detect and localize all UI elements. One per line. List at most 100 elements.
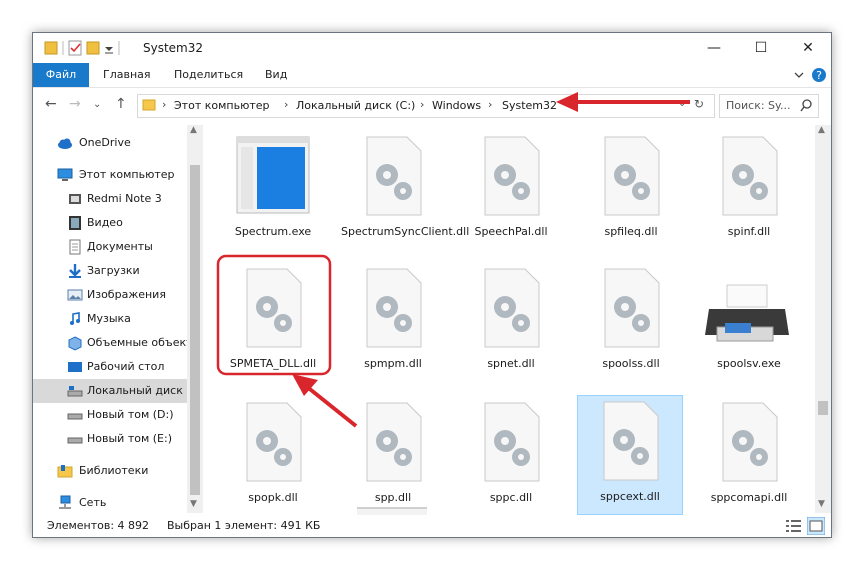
file-item[interactable]: spoolsv.exe xyxy=(697,263,801,381)
address-dropdown-icon[interactable]: ⌄ xyxy=(678,98,686,109)
file-item[interactable]: spp.dll xyxy=(341,397,445,515)
file-item[interactable]: SpectrumSyncClient.dll xyxy=(341,131,469,249)
dll-gear-icon xyxy=(366,402,422,482)
nav-item-onedrive[interactable]: OneDrive xyxy=(33,131,203,155)
quick-access-toolbar[interactable] xyxy=(43,39,139,57)
scrollbar-thumb[interactable] xyxy=(818,401,828,415)
ribbon: Файл Главная Поделиться Вид ? xyxy=(33,63,831,88)
dll-gear-icon xyxy=(484,268,540,348)
dll-gear-icon xyxy=(484,136,540,216)
file-item[interactable]: spinf.dll xyxy=(697,131,801,249)
help-icon[interactable]: ? xyxy=(811,67,827,83)
file-item[interactable]: spnet.dll xyxy=(459,263,563,381)
nav-item-network[interactable]: Сеть xyxy=(33,491,203,515)
close-button[interactable]: ✕ xyxy=(785,33,831,63)
details-view-icon[interactable] xyxy=(785,518,803,534)
scroll-up-icon[interactable]: ▲ xyxy=(190,125,197,135)
chevron-right-icon[interactable]: › xyxy=(420,98,424,111)
file-name: spinf.dll xyxy=(727,225,771,238)
scroll-down-icon[interactable]: ▼ xyxy=(190,499,197,509)
recent-locations-chevron-icon[interactable]: ⌄ xyxy=(93,99,101,110)
nav-item-this-pc[interactable]: Этот компьютер xyxy=(33,163,203,187)
status-bar: Элементов: 4 892 Выбран 1 элемент: 491 К… xyxy=(33,515,831,537)
breadcrumb-this-pc[interactable]: Этот компьютер xyxy=(174,99,270,112)
explorer-window: System32 — ☐ ✕ Файл Главная Поделиться В… xyxy=(32,32,832,538)
nav-item-drive-e[interactable]: Новый том (E:) xyxy=(33,427,203,451)
nav-item-video[interactable]: Видео xyxy=(33,211,203,235)
file-name: Spectrum.exe xyxy=(234,225,312,238)
nav-item-music[interactable]: Музыка xyxy=(33,307,203,331)
file-item[interactable]: spfileq.dll xyxy=(579,131,683,249)
chevron-right-icon[interactable]: › xyxy=(162,98,166,111)
file-name: sppcomapi.dll xyxy=(710,491,788,504)
nav-item-documents[interactable]: Документы xyxy=(33,235,203,259)
file-item-selected[interactable]: sppcext.dll xyxy=(577,395,683,515)
3d-objects-folder-icon xyxy=(68,336,82,351)
video-folder-icon xyxy=(69,216,81,230)
file-name: SPMETA_DLL.dll xyxy=(229,357,317,370)
music-folder-icon xyxy=(70,312,80,325)
breadcrumb-local-disk[interactable]: Локальный диск (C:) xyxy=(296,99,415,112)
file-item[interactable]: spoolss.dll xyxy=(579,263,683,381)
breadcrumb-windows[interactable]: Windows xyxy=(432,99,481,112)
chevron-right-icon[interactable]: › xyxy=(284,98,288,111)
refresh-icon[interactable]: ↻ xyxy=(694,97,704,111)
tab-home[interactable]: Главная xyxy=(103,63,151,87)
nav-item-3d-objects[interactable]: Объемные объект xyxy=(33,331,203,355)
pictures-folder-icon xyxy=(67,289,83,301)
file-item[interactable]: sppc.dll xyxy=(459,397,563,515)
file-item[interactable]: spmpm.dll xyxy=(341,263,445,381)
back-arrow-icon[interactable]: ← xyxy=(45,96,57,112)
scroll-up-icon[interactable]: ▲ xyxy=(818,125,825,135)
file-name: sppcext.dll xyxy=(600,490,660,503)
printer-icon xyxy=(705,284,789,342)
nav-item-libraries[interactable]: Библиотеки xyxy=(33,459,203,483)
dll-gear-icon xyxy=(603,401,659,481)
minimize-button[interactable]: — xyxy=(691,33,737,63)
search-icon xyxy=(800,99,812,112)
file-name: spmpm.dll xyxy=(364,357,422,370)
item-count: Элементов: 4 892 xyxy=(47,519,150,532)
nav-item-pictures[interactable]: Изображения xyxy=(33,283,203,307)
large-icons-view-icon[interactable] xyxy=(807,517,825,535)
forward-arrow-icon[interactable]: → xyxy=(69,96,81,112)
drive-icon xyxy=(67,437,83,444)
address-bar[interactable]: › Этот компьютер › Локальный диск (C:) ›… xyxy=(137,94,715,118)
file-item[interactable]: Spectrum.exe xyxy=(221,131,325,249)
search-placeholder: Поиск: Sy... xyxy=(726,99,791,112)
tab-file[interactable]: Файл xyxy=(33,63,89,87)
content-scrollbar[interactable]: ▲ ▼ xyxy=(815,125,831,513)
computer-icon xyxy=(57,168,73,181)
phone-icon xyxy=(69,194,81,204)
tab-view[interactable]: Вид xyxy=(265,63,287,87)
file-name: spp.dll xyxy=(374,491,412,504)
nav-item-local-disk-c[interactable]: Локальный диск ( xyxy=(33,379,203,403)
breadcrumb-system32[interactable]: System32 xyxy=(502,99,557,112)
file-list: Spectrum.exe SpectrumSyncClient.dll Spee… xyxy=(219,125,815,515)
partial-file-item[interactable] xyxy=(357,507,427,515)
file-item[interactable]: sppcomapi.dll xyxy=(697,397,801,515)
file-item[interactable]: SpeechPal.dll xyxy=(459,131,563,249)
dll-gear-icon xyxy=(246,402,302,482)
nav-item-drive-d[interactable]: Новый том (D:) xyxy=(33,403,203,427)
dll-gear-icon xyxy=(604,136,660,216)
drive-icon xyxy=(67,413,83,420)
file-item[interactable]: SPMETA_DLL.dll xyxy=(221,263,325,381)
nav-item-redmi[interactable]: Redmi Note 3 xyxy=(33,187,203,211)
file-name: spfileq.dll xyxy=(604,225,658,238)
chevron-right-icon[interactable]: › xyxy=(488,98,492,111)
scrollbar-thumb[interactable] xyxy=(190,165,200,495)
tab-share[interactable]: Поделиться xyxy=(174,63,243,87)
maximize-button[interactable]: ☐ xyxy=(738,33,784,63)
nav-item-downloads[interactable]: Загрузки xyxy=(33,259,203,283)
downloads-folder-icon xyxy=(69,264,81,278)
navigation-scrollbar[interactable]: ▲ ▼ xyxy=(187,125,203,513)
system-drive-icon xyxy=(67,386,83,397)
search-field[interactable]: Поиск: Sy... xyxy=(719,94,819,118)
scroll-down-icon[interactable]: ▼ xyxy=(818,499,825,509)
cloud-icon xyxy=(58,138,72,149)
up-arrow-icon[interactable]: ↑ xyxy=(115,96,127,112)
expand-ribbon-icon[interactable] xyxy=(793,69,805,81)
file-item[interactable]: spopk.dll xyxy=(221,397,325,515)
nav-item-desktop[interactable]: Рабочий стол xyxy=(33,355,203,379)
